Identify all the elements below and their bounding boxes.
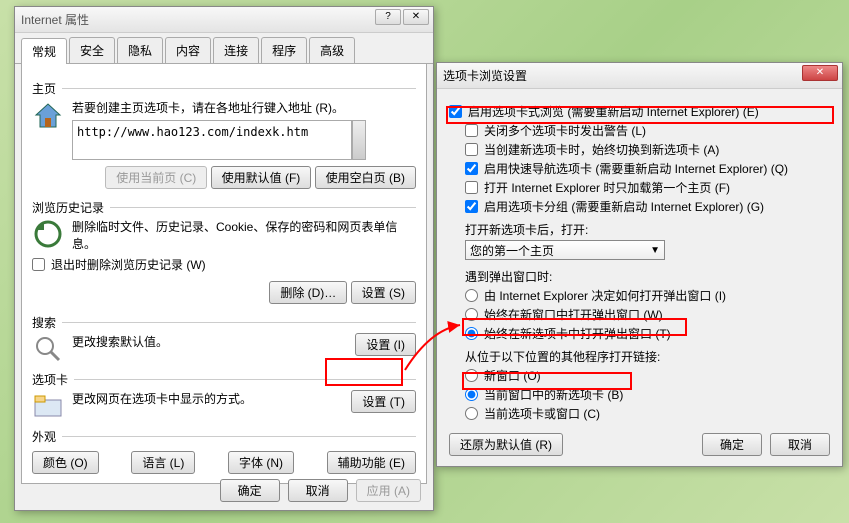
links-new-window-label: 新窗口 (O) — [484, 367, 541, 384]
search-icon — [32, 333, 64, 365]
help-icon[interactable]: ? — [375, 9, 401, 25]
cancel-button-right[interactable]: 取消 — [770, 433, 830, 456]
home-desc: 若要创建主页选项卡，请在各地址行键入地址 (R)。 — [32, 99, 416, 116]
tab-connections[interactable]: 连接 — [213, 37, 259, 63]
restore-defaults-button[interactable]: 还原为默认值 (R) — [449, 433, 563, 456]
tab-security[interactable]: 安全 — [69, 37, 115, 63]
switch-new-tab-label: 当创建新选项卡时，始终切换到新选项卡 (A) — [484, 141, 719, 158]
home-icon — [32, 99, 64, 131]
popup-new-tab-radio[interactable] — [465, 327, 478, 340]
group-search: 搜索 — [32, 314, 416, 331]
dropdown-value: 您的第一个主页 — [470, 242, 554, 259]
delete-on-exit-checkbox[interactable] — [32, 258, 45, 271]
new-tab-dropdown[interactable]: 您的第一个主页 ▼ — [465, 240, 665, 260]
warn-close-label: 关闭多个选项卡时发出警告 (L) — [484, 122, 646, 139]
history-desc: 删除临时文件、历史记录、Cookie、保存的密码和网页表单信息。 — [32, 218, 416, 252]
close-icon[interactable]: ✕ — [802, 65, 838, 81]
tab-groups-label: 启用选项卡分组 (需要重新启动 Internet Explorer) (G) — [484, 198, 764, 215]
tabs-icon — [32, 390, 64, 422]
group-tabs: 选项卡 — [32, 371, 416, 388]
enable-tabbed-label: 启用选项卡式浏览 (需要重新启动 Internet Explorer) (E) — [468, 103, 759, 120]
quicktabs-label: 启用快速导航选项卡 (需要重新启动 Internet Explorer) (Q) — [484, 160, 788, 177]
links-current-label: 当前选项卡或窗口 (C) — [484, 405, 600, 422]
fonts-button[interactable]: 字体 (N) — [228, 451, 294, 474]
links-label: 从位于以下位置的其他程序打开链接: — [465, 348, 830, 365]
ok-button[interactable]: 确定 — [220, 479, 280, 502]
tab-browsing-settings-dialog: 选项卡浏览设置 ✕ 启用选项卡式浏览 (需要重新启动 Internet Expl… — [436, 62, 843, 467]
links-new-window-radio[interactable] — [465, 369, 478, 382]
enable-tabbed-checkbox[interactable] — [449, 105, 462, 118]
tab-advanced[interactable]: 高级 — [309, 37, 355, 63]
popup-label: 遇到弹出窗口时: — [465, 268, 830, 285]
quicktabs-checkbox[interactable] — [465, 162, 478, 175]
first-home-checkbox[interactable] — [465, 181, 478, 194]
tab-content[interactable]: 内容 — [165, 37, 211, 63]
search-settings-button[interactable]: 设置 (I) — [355, 333, 416, 356]
open-new-tab-label: 打开新选项卡后，打开: — [465, 221, 830, 238]
delete-on-exit-label: 退出时删除浏览历史记录 (W) — [51, 256, 206, 273]
cancel-button[interactable]: 取消 — [288, 479, 348, 502]
tab-privacy[interactable]: 隐私 — [117, 37, 163, 63]
colors-button[interactable]: 颜色 (O) — [32, 451, 99, 474]
close-icon[interactable]: ✕ — [403, 9, 429, 25]
group-history: 浏览历史记录 — [32, 199, 416, 216]
accessibility-button[interactable]: 辅助功能 (E) — [327, 451, 416, 474]
group-home: 主页 — [32, 80, 416, 97]
warn-close-checkbox[interactable] — [465, 124, 478, 137]
popup-new-window-label: 始终在新窗口中打开弹出窗口 (W) — [484, 306, 663, 323]
popup-new-tab-label: 始终在新选项卡中打开弹出窗口 (T) — [484, 325, 671, 342]
tabs-desc: 更改网页在选项卡中显示的方式。 — [72, 390, 272, 407]
search-desc: 更改搜索默认值。 — [72, 333, 272, 350]
tab-general[interactable]: 常规 — [21, 38, 67, 64]
links-new-tab-label: 当前窗口中的新选项卡 (B) — [484, 386, 623, 403]
window-title-right: 选项卡浏览设置 — [443, 67, 527, 84]
tabs-settings-button[interactable]: 设置 (T) — [351, 390, 416, 413]
window-title: Internet 属性 — [21, 11, 89, 28]
popup-new-window-radio[interactable] — [465, 308, 478, 321]
tab-programs[interactable]: 程序 — [261, 37, 307, 63]
chevron-down-icon: ▼ — [650, 245, 660, 256]
history-settings-button[interactable]: 设置 (S) — [351, 281, 416, 304]
languages-button[interactable]: 语言 (L) — [131, 451, 195, 474]
scrollbar[interactable] — [352, 120, 366, 160]
use-blank-button[interactable]: 使用空白页 (B) — [315, 166, 416, 189]
right-pane: 启用选项卡式浏览 (需要重新启动 Internet Explorer) (E) … — [437, 89, 842, 436]
home-url-input[interactable] — [72, 120, 352, 160]
use-default-button[interactable]: 使用默认值 (F) — [211, 166, 312, 189]
apply-button: 应用 (A) — [356, 479, 421, 502]
delete-button[interactable]: 删除 (D)… — [269, 281, 347, 304]
titlebar-right[interactable]: 选项卡浏览设置 ✕ — [437, 63, 842, 89]
tab-groups-checkbox[interactable] — [465, 200, 478, 213]
general-pane: 主页 若要创建主页选项卡，请在各地址行键入地址 (R)。 使用当前页 (C) 使… — [21, 64, 427, 484]
switch-new-tab-checkbox[interactable] — [465, 143, 478, 156]
links-current-radio[interactable] — [465, 407, 478, 420]
titlebar[interactable]: Internet 属性 ? ✕ — [15, 7, 433, 33]
links-new-tab-radio[interactable] — [465, 388, 478, 401]
popup-ie-decide-radio[interactable] — [465, 289, 478, 302]
ok-button-right[interactable]: 确定 — [702, 433, 762, 456]
group-appearance: 外观 — [32, 428, 416, 445]
tabstrip: 常规 安全 隐私 内容 连接 程序 高级 — [15, 37, 433, 64]
popup-ie-decide-label: 由 Internet Explorer 决定如何打开弹出窗口 (I) — [484, 287, 726, 304]
use-current-button: 使用当前页 (C) — [105, 166, 207, 189]
first-home-label: 打开 Internet Explorer 时只加载第一个主页 (F) — [484, 179, 730, 196]
history-icon — [32, 218, 64, 250]
internet-properties-dialog: Internet 属性 ? ✕ 常规 安全 隐私 内容 连接 程序 高级 主页 … — [14, 6, 434, 511]
